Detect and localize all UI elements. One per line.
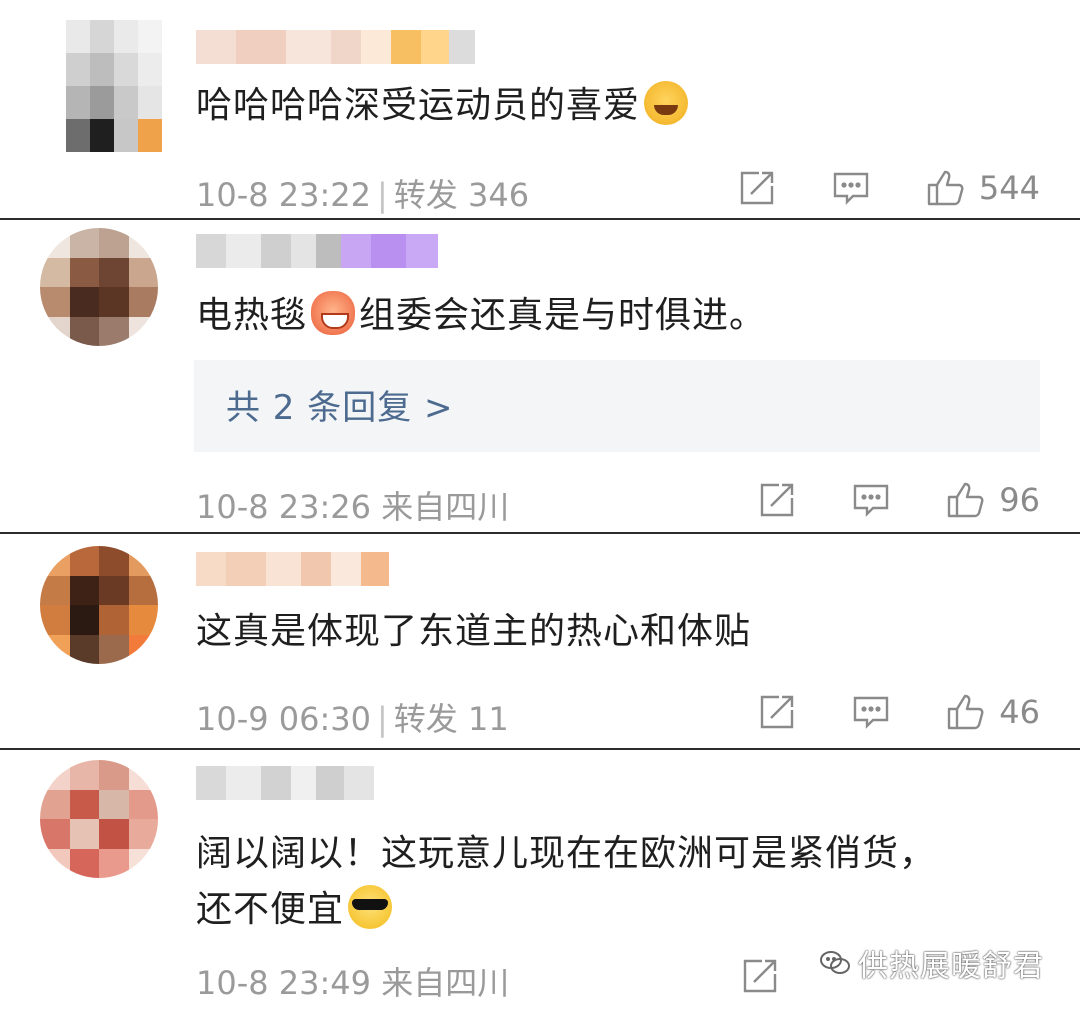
comment-meta: 10-8 23:26 来自四川 [196, 482, 509, 528]
avatar[interactable] [40, 760, 158, 878]
comment-text: 还不便宜 [196, 884, 396, 936]
wechat-icon [818, 946, 852, 980]
reply-preview-box[interactable]: 共 2 条回复 > [194, 360, 1040, 452]
comment-icon[interactable] [851, 480, 891, 520]
avatar[interactable] [66, 20, 162, 152]
comment-text-part: 组委会还真是与时俱进。 [359, 295, 767, 336]
username-blurred[interactable] [196, 234, 438, 268]
comment-item: 电热毯 组委会还真是与时俱进。 共 2 条回复 > 10-8 23:26 来自四川… [0, 220, 1080, 532]
like-count: 544 [978, 169, 1040, 207]
timestamp: 10-9 06:30 [196, 700, 372, 738]
thumbs-up-icon [925, 168, 965, 208]
comment-text-part: 电热毯 [196, 295, 308, 336]
like-count: 46 [999, 693, 1040, 731]
happy-face-emoji-icon [311, 291, 356, 335]
timestamp: 10-8 23:22 [196, 176, 372, 214]
comment-text-body: 这真是体现了东道主的热心和体贴 [196, 611, 752, 652]
username-blurred[interactable] [196, 766, 374, 800]
comment-actions: 544 [683, 168, 1040, 208]
repost-count: 转发 346 [393, 176, 530, 214]
username-blurred[interactable] [196, 30, 475, 64]
location-label: 来自四川 [381, 964, 510, 1002]
like-button[interactable]: 96 [945, 480, 1040, 520]
watermark: 供热展暖舒君 [818, 941, 1044, 985]
avatar[interactable] [40, 546, 158, 664]
comment-text: 这真是体现了东道主的热心和体贴 [196, 606, 751, 658]
avatar[interactable] [40, 228, 158, 346]
share-icon[interactable] [757, 692, 797, 732]
comment-actions: 46 [703, 692, 1040, 732]
view-replies-link[interactable]: 共 2 条回复 > [226, 380, 454, 429]
share-icon[interactable] [737, 168, 777, 208]
comment-icon[interactable] [851, 692, 891, 732]
like-button[interactable]: 46 [945, 692, 1040, 732]
like-count: 96 [999, 481, 1040, 519]
watermark-text: 供热展暖舒君 [858, 949, 1044, 984]
comment-meta: 10-9 06:30 | 转发 11 [196, 694, 509, 740]
comment-text-line: 阔以阔以！这玩意儿现在在欧洲可是紧俏货， [196, 833, 937, 874]
comment-text: 阔以阔以！这玩意儿现在在欧洲可是紧俏货， [196, 828, 936, 880]
share-icon[interactable] [740, 956, 780, 996]
comment-item: 这真是体现了东道主的热心和体贴 10-9 06:30 | 转发 11 46 [0, 534, 1080, 748]
thumbs-up-icon [945, 480, 985, 520]
username-blurred[interactable] [196, 552, 389, 586]
comment-actions: 96 [703, 480, 1040, 520]
repost-count: 转发 11 [393, 700, 509, 738]
comment-text-line: 还不便宜 [196, 889, 345, 930]
comment-text: 哈哈哈哈深受运动员的喜爱 [196, 80, 692, 132]
sunglasses-emoji-icon [348, 885, 393, 929]
comment-meta: 10-8 23:49 来自四川 [196, 958, 509, 1004]
comment-text: 电热毯 组委会还真是与时俱进。 [196, 290, 766, 342]
location-label: 来自四川 [381, 488, 510, 526]
meta-separator: | [377, 700, 388, 738]
laughing-tears-emoji-icon [644, 81, 689, 125]
like-button[interactable]: 544 [925, 168, 1040, 208]
meta-separator: | [377, 176, 388, 214]
comment-meta: 10-8 23:22 | 转发 346 [196, 170, 529, 216]
share-icon[interactable] [757, 480, 797, 520]
timestamp: 10-8 23:26 [196, 488, 372, 526]
timestamp: 10-8 23:49 [196, 964, 372, 1002]
comment-actions [686, 956, 780, 996]
comment-icon[interactable] [831, 168, 871, 208]
comment-text-body: 哈哈哈哈深受运动员的喜爱 [196, 85, 641, 126]
comment-item: 哈哈哈哈深受运动员的喜爱 10-8 23:22 | 转发 346 544 [0, 0, 1080, 218]
thumbs-up-icon [945, 692, 985, 732]
